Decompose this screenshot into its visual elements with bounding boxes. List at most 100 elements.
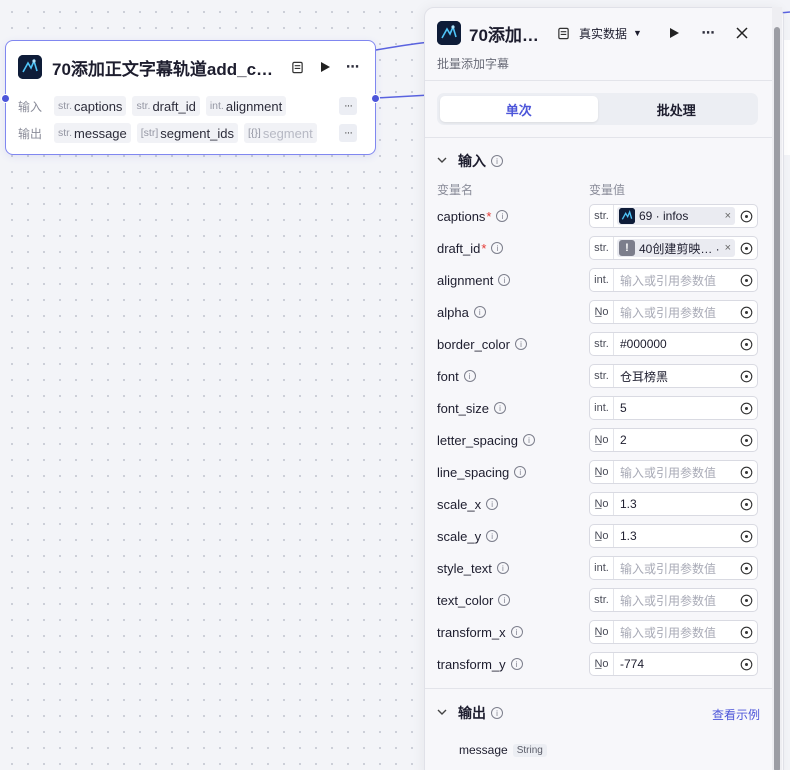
panel-scrollbar[interactable] <box>772 7 782 770</box>
chevron-down-icon <box>437 155 451 168</box>
plugin-icon <box>437 21 461 45</box>
param-field[interactable]: N̲o 输入或引用参数值 <box>589 620 758 644</box>
input-label: 输入 <box>18 99 43 114</box>
param-input[interactable]: 仓耳榜黑 <box>614 368 735 385</box>
info-icon: i <box>491 242 504 254</box>
info-icon: i <box>491 707 503 719</box>
param-name: scale_y i <box>437 524 499 548</box>
param-input[interactable]: 输入或引用参数值 <box>614 304 735 321</box>
param-input[interactable]: 5 <box>614 401 735 415</box>
param-row: transform_x i N̲o 输入或引用参数值 <box>437 620 758 644</box>
input-chip: int. alignment <box>205 96 287 116</box>
reference-chip[interactable]: 69 · infos × <box>617 207 735 225</box>
input-port[interactable] <box>1 94 10 103</box>
param-field[interactable]: N̲o 1.3 <box>589 524 758 548</box>
run-icon[interactable] <box>313 55 337 79</box>
info-icon: i <box>515 338 527 350</box>
param-input[interactable]: -774 <box>614 657 735 671</box>
variable-picker-icon[interactable] <box>735 237 757 259</box>
param-row: line_spacing i N̲o 输入或引用参数值 <box>437 460 758 484</box>
more-icon[interactable]: ⋯ <box>341 55 365 79</box>
param-name: draft_id * i <box>437 236 504 260</box>
param-field[interactable]: str. 输入或引用参数值 <box>589 588 758 612</box>
data-icon[interactable] <box>551 21 575 45</box>
variable-picker-icon[interactable] <box>735 205 757 227</box>
param-input[interactable]: 2 <box>614 433 735 447</box>
param-name: alignment i <box>437 268 511 292</box>
variable-picker-icon[interactable] <box>735 557 757 579</box>
param-row: text_color i str. 输入或引用参数值 <box>437 588 758 612</box>
run-icon[interactable] <box>662 21 686 45</box>
data-icon[interactable] <box>285 55 309 79</box>
param-field[interactable]: str. ! 40创建剪映… · × <box>589 236 758 260</box>
remove-reference-icon[interactable]: × <box>725 242 731 254</box>
param-input[interactable]: 输入或引用参数值 <box>614 592 735 609</box>
param-name: style_text i <box>437 556 509 580</box>
close-icon[interactable] <box>730 21 754 45</box>
output-item: message String <box>459 743 547 757</box>
info-icon: i <box>522 434 535 446</box>
variable-picker-icon[interactable] <box>735 333 757 355</box>
type-badge: str. <box>590 333 614 355</box>
param-input[interactable]: 1.3 <box>614 529 735 543</box>
type-badge: str. <box>590 365 614 387</box>
variable-picker-icon[interactable] <box>735 429 757 451</box>
variable-picker-icon[interactable] <box>735 269 757 291</box>
type-badge: int. <box>590 397 614 419</box>
more-outputs-button[interactable]: ··· <box>339 124 357 142</box>
variable-picker-icon[interactable] <box>735 653 757 675</box>
param-input[interactable]: 输入或引用参数值 <box>614 464 735 481</box>
param-field[interactable]: str. 仓耳榜黑 <box>589 364 758 388</box>
tab-single[interactable]: 单次 <box>440 96 598 122</box>
type-badge: str. <box>590 205 614 227</box>
param-field[interactable]: int. 输入或引用参数值 <box>589 556 758 580</box>
reference-chip[interactable]: ! 40创建剪映… · × <box>617 239 735 257</box>
param-name: scale_x i <box>437 492 499 516</box>
param-row: font i str. 仓耳榜黑 <box>437 364 758 388</box>
more-inputs-button[interactable]: ··· <box>339 97 357 115</box>
view-example-link[interactable]: 查看示例 <box>712 706 760 723</box>
type-badge: int. <box>590 557 614 579</box>
output-chip: [str] segment_ids <box>136 123 238 143</box>
output-section-header[interactable]: 输出 i <box>437 703 503 723</box>
variable-picker-icon[interactable] <box>735 461 757 483</box>
param-field[interactable]: str. #000000 <box>589 332 758 356</box>
param-name: transform_y i <box>437 652 523 676</box>
param-field[interactable]: int. 输入或引用参数值 <box>589 268 758 292</box>
param-input[interactable]: 输入或引用参数值 <box>614 560 735 577</box>
input-chip: str. captions <box>54 96 127 116</box>
input-section-header[interactable]: 输入 i <box>437 151 503 171</box>
param-input[interactable]: 输入或引用参数值 <box>614 272 735 289</box>
param-field[interactable]: N̲o -774 <box>589 652 758 676</box>
variable-picker-icon[interactable] <box>735 589 757 611</box>
variable-picker-icon[interactable] <box>735 621 757 643</box>
type-badge: int. <box>590 269 614 291</box>
scrollbar-thumb[interactable] <box>774 27 780 770</box>
workflow-node[interactable]: 70添加正文字幕轨道add_cap… ⋯ 输入 str. captions str… <box>1 40 380 155</box>
more-icon[interactable]: ⋯ <box>696 21 720 45</box>
variable-picker-icon[interactable] <box>735 301 757 323</box>
param-name: captions * i <box>437 204 509 228</box>
variable-picker-icon[interactable] <box>735 493 757 515</box>
output-chip: [{}] segment <box>243 123 317 143</box>
param-input[interactable]: 输入或引用参数值 <box>614 624 735 641</box>
tab-batch[interactable]: 批处理 <box>598 96 756 122</box>
type-badge: N̲o <box>590 461 614 483</box>
param-field[interactable]: N̲o 输入或引用参数值 <box>589 300 758 324</box>
param-input[interactable]: #000000 <box>614 337 735 351</box>
param-field[interactable]: N̲o 输入或引用参数值 <box>589 460 758 484</box>
param-row: scale_y i N̲o 1.3 <box>437 524 758 548</box>
param-input[interactable]: 1.3 <box>614 497 735 511</box>
type-badge: N̲o <box>590 653 614 675</box>
variable-picker-icon[interactable] <box>735 525 757 547</box>
param-field[interactable]: N̲o 2 <box>589 428 758 452</box>
variable-picker-icon[interactable] <box>735 365 757 387</box>
variable-picker-icon[interactable] <box>735 397 757 419</box>
param-field[interactable]: N̲o 1.3 <box>589 492 758 516</box>
param-field[interactable]: int. 5 <box>589 396 758 420</box>
data-source-select[interactable]: 真实数据 ▼ <box>579 25 642 42</box>
param-field[interactable]: str. 69 · infos × <box>589 204 758 228</box>
remove-reference-icon[interactable]: × <box>725 210 731 222</box>
output-port[interactable] <box>371 94 380 103</box>
info-icon: i <box>510 626 523 638</box>
